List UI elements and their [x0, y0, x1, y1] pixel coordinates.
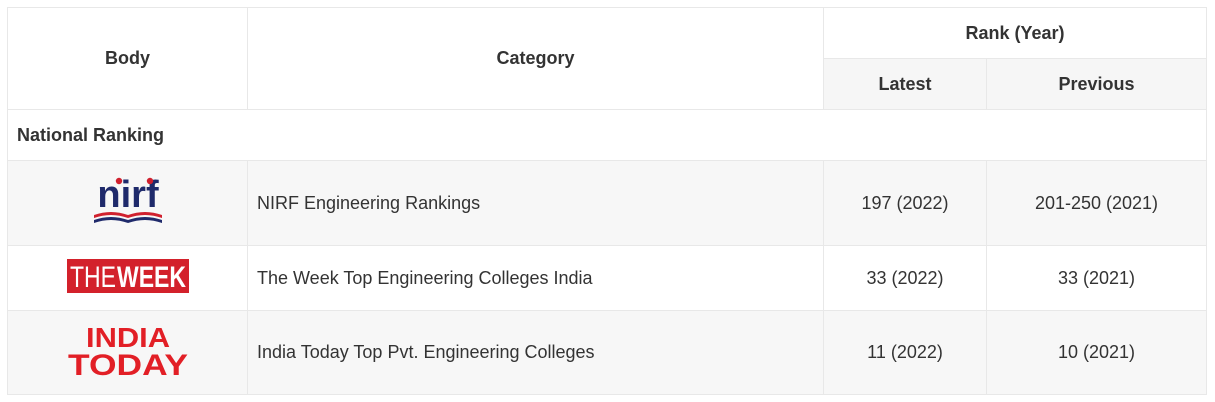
body-cell: INDIA TODAY: [7, 310, 248, 395]
ranking-table-container: Body Category Rank (Year) Latest Previou…: [6, 7, 1208, 395]
header-body: Body: [7, 7, 248, 110]
latest-rank-cell: 11 (2022): [823, 310, 987, 395]
india-today-logo-icon: INDIA TODAY: [66, 322, 190, 383]
header-category: Category: [247, 7, 824, 110]
table-row: THE WEEK The Week Top Engineering Colleg…: [7, 245, 1208, 311]
latest-rank-cell: 197 (2022): [823, 160, 987, 246]
body-cell: nirf: [7, 160, 248, 246]
the-week-logo-text-a: THE: [70, 261, 116, 293]
previous-rank-cell: 10 (2021): [985, 310, 1208, 395]
body-cell: THE WEEK: [7, 245, 248, 311]
the-week-logo-icon: THE WEEK: [66, 258, 189, 298]
category-cell: The Week Top Engineering Colleges India: [247, 245, 824, 311]
ranking-table: Body Category Rank (Year) Latest Previou…: [6, 7, 1208, 395]
table-row: INDIA TODAY India Today Top Pvt. Enginee…: [7, 310, 1208, 395]
previous-rank-cell: 201-250 (2021): [985, 160, 1208, 246]
category-cell: India Today Top Pvt. Engineering College…: [247, 310, 824, 395]
the-week-logo-text-b: WEEK: [117, 261, 186, 293]
table-row: nirf NIRF Engineering Rankings 197 (2022…: [7, 160, 1208, 246]
latest-rank-cell: 33 (2022): [823, 245, 987, 311]
previous-rank-cell: 33 (2021): [985, 245, 1208, 311]
header-rank-year: Rank (Year): [822, 7, 1208, 59]
category-cell: NIRF Engineering Rankings: [247, 160, 824, 246]
nirf-logo-icon: nirf: [88, 174, 168, 232]
section-national-ranking: National Ranking: [6, 109, 1208, 161]
header-latest: Latest: [823, 58, 987, 110]
india-today-logo-text-b: TODAY: [68, 349, 188, 378]
header-previous: Previous: [985, 58, 1208, 110]
